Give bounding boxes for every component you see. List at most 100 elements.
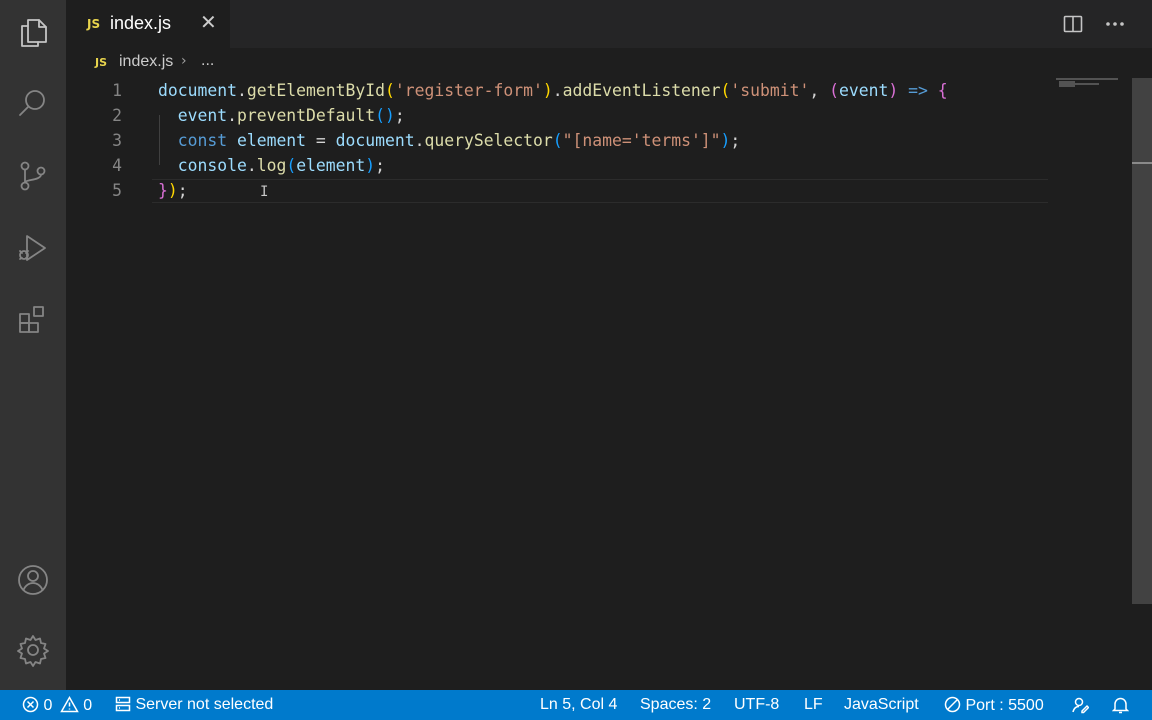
code-token: ( bbox=[552, 131, 563, 150]
line-number: 2 bbox=[112, 106, 122, 125]
feedback-icon[interactable] bbox=[1071, 696, 1090, 716]
code-token: . bbox=[552, 81, 563, 100]
code-token: const bbox=[177, 131, 228, 150]
code-token: ) bbox=[720, 131, 731, 150]
error-count: 0 bbox=[43, 697, 53, 714]
code-text: document.getElementById('register-form')… bbox=[158, 78, 948, 103]
code-token: 'submit' bbox=[730, 81, 810, 100]
language-mode[interactable]: JavaScript bbox=[844, 696, 919, 716]
code-token: . bbox=[246, 156, 257, 175]
code-token: . bbox=[414, 131, 425, 150]
code-token: { bbox=[937, 81, 948, 100]
code-token: . bbox=[227, 106, 237, 125]
source-control-icon[interactable] bbox=[13, 156, 53, 196]
code-token: = bbox=[306, 131, 336, 150]
line-number: 1 bbox=[112, 81, 122, 100]
notifications-bell-icon[interactable] bbox=[1111, 696, 1130, 716]
code-token: console bbox=[177, 156, 247, 175]
code-text: }); bbox=[158, 178, 188, 203]
port-label: Port : 5500 bbox=[965, 697, 1044, 714]
code-line[interactable]: 1 document.getElementById('register-form'… bbox=[66, 78, 1066, 103]
code-token: ; bbox=[375, 156, 386, 175]
server-label: Server not selected bbox=[135, 696, 274, 713]
extensions-icon[interactable] bbox=[13, 300, 53, 340]
js-file-icon: JS bbox=[95, 56, 108, 69]
code-token: preventDefault bbox=[236, 106, 376, 125]
close-icon[interactable]: ✕ bbox=[200, 12, 217, 32]
warning-icon bbox=[60, 695, 79, 713]
tab-index-js[interactable]: JS index.js ✕ bbox=[66, 0, 230, 48]
cursor-position[interactable]: Ln 5, Col 4 bbox=[540, 696, 617, 716]
tab-bar: JS index.js ✕ bbox=[66, 0, 1152, 48]
scrollbar-cursor-marker bbox=[1132, 162, 1152, 164]
code-token: document bbox=[335, 131, 415, 150]
server-status[interactable]: Server not selected bbox=[115, 696, 273, 716]
code-line[interactable]: 2 event.preventDefault(); bbox=[66, 103, 1066, 128]
code-token: . bbox=[236, 81, 247, 100]
scrollbar-thumb[interactable] bbox=[1132, 78, 1152, 604]
breadcrumb: JS index.js › ... bbox=[66, 48, 1152, 78]
server-icon bbox=[115, 696, 131, 712]
code-token: ( bbox=[384, 81, 395, 100]
code-text: const element = document.querySelector("… bbox=[158, 128, 741, 153]
code-token: ( bbox=[720, 81, 731, 100]
code-token: log bbox=[256, 156, 287, 175]
indentation[interactable]: Spaces: 2 bbox=[640, 696, 711, 716]
minimap[interactable] bbox=[1056, 78, 1126, 90]
run-debug-icon[interactable] bbox=[13, 228, 53, 268]
code-token: getElementById bbox=[246, 81, 385, 100]
explorer-icon[interactable] bbox=[13, 13, 53, 53]
code-token: () bbox=[375, 106, 395, 125]
code-token: "[name='terms']" bbox=[562, 131, 721, 150]
status-bar: 0 0 Server not selected Ln 5, Col 4 Spac… bbox=[0, 690, 1152, 720]
code-text: console.log(element); bbox=[158, 153, 385, 178]
line-number: 5 bbox=[112, 181, 122, 200]
code-line[interactable]: 5}); bbox=[66, 178, 1066, 203]
breadcrumb-file[interactable]: index.js bbox=[119, 53, 173, 71]
code-token: ) bbox=[167, 181, 178, 200]
code-text: event.preventDefault(); bbox=[158, 103, 405, 128]
code-token: ) bbox=[365, 156, 376, 175]
end-of-line[interactable]: LF bbox=[804, 696, 823, 716]
code-token: ) bbox=[542, 81, 553, 100]
code-line[interactable]: 3 const element = document.querySelector… bbox=[66, 128, 1066, 153]
code-token: , bbox=[809, 81, 830, 100]
encoding[interactable]: UTF-8 bbox=[734, 696, 779, 716]
code-token: ; bbox=[177, 181, 188, 200]
code-editor[interactable]: 1 document.getElementById('register-form'… bbox=[66, 78, 1152, 690]
live-server-port[interactable]: Port : 5500 bbox=[944, 696, 1044, 716]
code-token: ) bbox=[888, 81, 899, 100]
code-token: ( bbox=[829, 81, 839, 100]
settings-gear-icon[interactable] bbox=[13, 630, 53, 670]
code-token: element bbox=[236, 131, 307, 150]
code-token: ; bbox=[730, 131, 741, 150]
code-token: document bbox=[158, 81, 237, 100]
line-number: 4 bbox=[112, 156, 122, 175]
code-token: ; bbox=[394, 106, 405, 125]
breadcrumb-symbols[interactable]: ... bbox=[201, 52, 214, 70]
code-token: ( bbox=[286, 156, 297, 175]
error-icon bbox=[22, 696, 39, 713]
code-line[interactable]: 4 console.log(element); bbox=[66, 153, 1066, 178]
no-entry-icon bbox=[944, 696, 961, 713]
tab-label: index.js bbox=[110, 13, 172, 33]
text-cursor-icon: I bbox=[260, 184, 269, 200]
code-token: } bbox=[158, 181, 168, 200]
activity-bar bbox=[0, 0, 66, 690]
chevron-right-icon: › bbox=[181, 53, 187, 69]
split-editor-icon[interactable] bbox=[1063, 14, 1083, 34]
code-token: event bbox=[177, 106, 228, 125]
js-file-icon: JS bbox=[87, 17, 101, 31]
more-actions-icon[interactable] bbox=[1104, 14, 1126, 34]
code-token: => bbox=[908, 81, 928, 100]
search-icon[interactable] bbox=[13, 84, 53, 124]
code-token: event bbox=[838, 81, 889, 100]
problems-indicator[interactable]: 0 0 bbox=[22, 695, 92, 716]
code-token: element bbox=[296, 156, 366, 175]
account-icon[interactable] bbox=[13, 560, 53, 600]
